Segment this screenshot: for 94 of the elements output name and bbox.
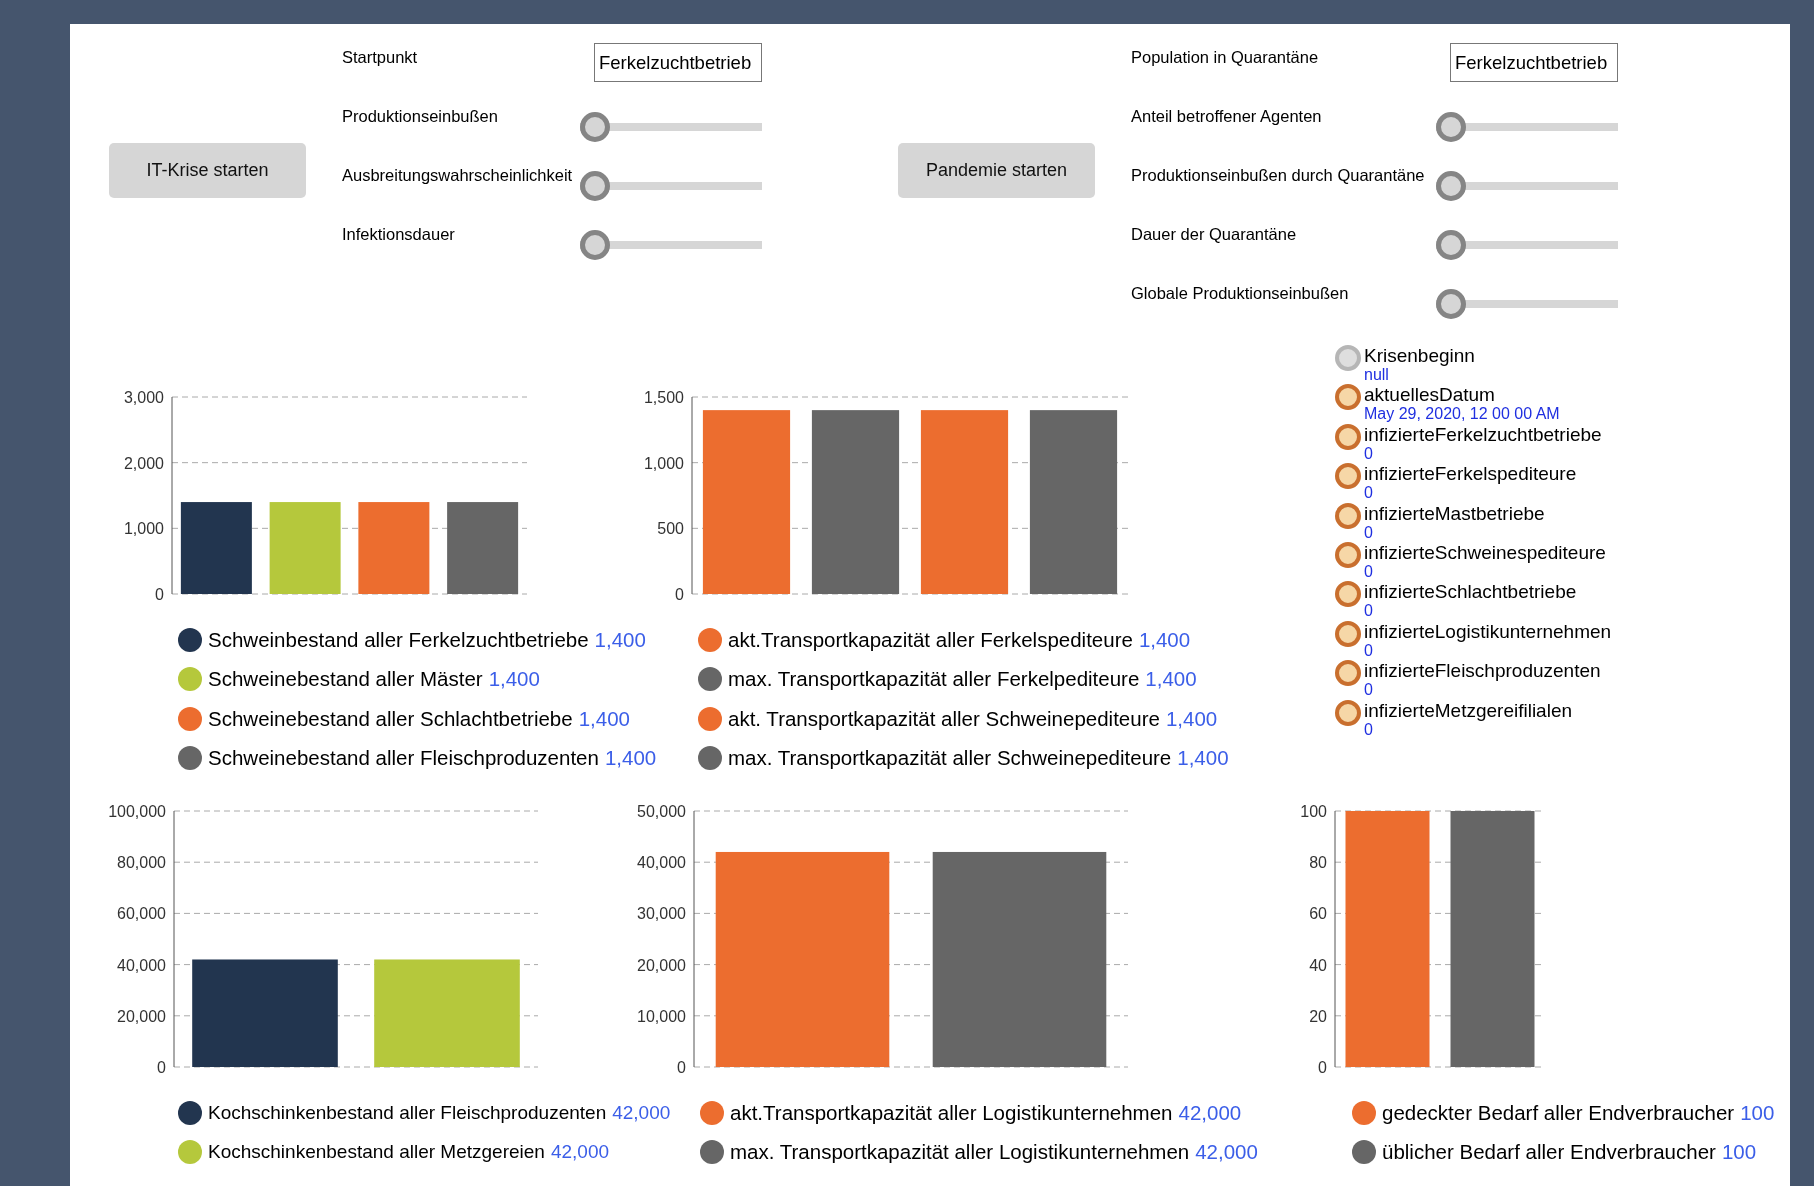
slider-thumb[interactable] [580, 230, 610, 260]
legend-value: 1,400 [604, 746, 657, 771]
status-name: infizierteFerkelspediteure [1364, 463, 1577, 485]
legend-value: 42,000 [1178, 1100, 1242, 1125]
status-value: 0 [1364, 641, 1373, 659]
status-value: 0 [1364, 523, 1374, 541]
legend-label: akt.Transportkapazität aller Ferkelspediteure [728, 627, 1133, 652]
start-button[interactable]: Pandemie starten [898, 143, 1095, 198]
legend-label: akt. Transportkapazität aller Schweinepediteure [728, 706, 1160, 731]
legend-value: 1,400 [1165, 706, 1218, 731]
legend-label: gedeckter Bedarf aller Endverbraucher [1382, 1100, 1735, 1125]
status-name: infizierteFleischproduzenten [1364, 660, 1601, 682]
legend-value: 1,400 [1145, 667, 1197, 692]
legend-value: 1,400 [1177, 746, 1229, 771]
slider-thumb[interactable] [580, 171, 610, 201]
axis-tick-label: 60,000 [117, 905, 166, 923]
status-value: 0 [1364, 681, 1374, 699]
field-label: Population in Quarantäne [1131, 48, 1320, 67]
axis-tick-label: 100 [1300, 803, 1327, 820]
axis-tick-label: 30,000 [637, 905, 686, 923]
slider-label: Infektionsdauer [342, 225, 456, 244]
legend-value: 100 [1740, 1100, 1775, 1125]
axis-tick-label: 1,000 [643, 454, 684, 472]
slider-label: Produktionseinbußen durch Quarantäne [1131, 166, 1426, 185]
axis-tick-label: 50,000 [637, 803, 686, 820]
status-value: May 29, 2020, 12 00 00 AM [1364, 405, 1560, 423]
status-value: 0 [1364, 484, 1374, 502]
slider-label: Ausbreitungswahrscheinlichkeit [342, 166, 574, 185]
slider-label: Anteil betroffener Agenten [1131, 107, 1323, 126]
axis-tick-label: 100,000 [108, 803, 166, 820]
axis-tick-label: 40,000 [117, 956, 166, 974]
axis-tick-label: 80 [1309, 854, 1327, 872]
axis-tick-label: 40,000 [637, 854, 686, 872]
legend-value: 1,400 [578, 706, 630, 731]
status-name: infizierteMetzgereifilialen [1364, 699, 1573, 721]
axis-tick-label: 0 [157, 1059, 166, 1076]
slider-thumb[interactable] [580, 112, 610, 142]
status-name: infizierteLogistikunternehmen [1364, 620, 1612, 642]
axis-tick-label: 40 [1309, 956, 1327, 974]
slider-label: Produktionseinbußen [342, 107, 499, 126]
legend-value: 1,400 [594, 627, 646, 652]
legend-label: max. Transportkapazität aller Schweinepediteure [728, 746, 1172, 771]
axis-tick-label: 0 [155, 586, 164, 603]
legend-label: üblicher Bedarf aller Endverbraucher [1382, 1140, 1716, 1165]
legend-value: 100 [1721, 1140, 1757, 1165]
status-value: 0 [1364, 562, 1373, 580]
slider-label: Dauer der Quarantäne [1131, 225, 1298, 244]
status-value: null [1364, 366, 1390, 383]
slider-thumb[interactable] [1436, 289, 1466, 319]
axis-tick-label: 0 [677, 1059, 686, 1076]
axis-tick-label: 20,000 [117, 1007, 166, 1025]
status-name: Krisenbeginn [1364, 345, 1475, 366]
legend-label: Kochschinkenbestand aller Metzgereien [208, 1141, 545, 1164]
legend-label: Schweinbestand aller Ferkelzuchtbetriebe [208, 627, 589, 652]
slider-thumb[interactable] [1436, 171, 1466, 201]
axis-tick-label: 500 [657, 520, 684, 538]
dropdown-field[interactable]: Ferkelzuchtbetrieb [1450, 43, 1618, 82]
legend-label: max. Transportkapazität aller Logistikunternehmen [730, 1140, 1190, 1165]
axis-tick-label: 80,000 [117, 854, 166, 872]
legend-label: max. Transportkapazität aller Ferkelpediteure [728, 667, 1140, 692]
axis-tick-label: 60 [1309, 905, 1327, 923]
axis-tick-label: 0 [675, 586, 684, 603]
axis-tick-label: 20,000 [637, 956, 686, 974]
legend-label: Kochschinkenbestand aller Fleischproduzenten [208, 1101, 607, 1124]
status-name: infizierteSchweinespediteure [1364, 541, 1606, 563]
status-name: aktuellesDatum [1364, 384, 1496, 406]
slider-thumb[interactable] [1436, 112, 1466, 142]
legend-label: Schweinebestand aller Fleischproduzenten [208, 746, 599, 771]
legend-label: Schweinebestand aller Schlachtbetriebe [208, 706, 573, 731]
slider-thumb[interactable] [1436, 230, 1466, 260]
legend-value: 42,000 [612, 1101, 671, 1124]
status-value: 0 [1364, 444, 1374, 462]
dropdown-field[interactable]: Ferkelzuchtbetrieb [594, 43, 762, 82]
legend-label: Schweinebestand aller Mäster [208, 667, 483, 692]
status-name: infizierteMastbetriebe [1364, 502, 1545, 524]
legend-value: 42,000 [1195, 1140, 1258, 1165]
axis-tick-label: 3,000 [123, 389, 164, 406]
legend-value: 1,400 [1138, 627, 1191, 652]
status-name: infizierteSchlachtbetriebe [1364, 581, 1577, 603]
axis-tick-label: 1,000 [123, 520, 164, 538]
axis-tick-label: 0 [1318, 1059, 1327, 1076]
status-name: infizierteFerkelzuchtbetriebe [1364, 423, 1602, 445]
slider-label: Globale Produktionseinbußen [1131, 284, 1350, 303]
legend-value: 1,400 [488, 667, 540, 692]
field-label: Startpunkt [342, 48, 419, 67]
legend-label: akt.Transportkapazität aller Logistikunternehmen [730, 1100, 1173, 1125]
axis-tick-label: 20 [1309, 1007, 1327, 1025]
status-value: 0 [1364, 720, 1373, 738]
axis-tick-label: 2,000 [123, 454, 164, 472]
legend-value: 42,000 [550, 1141, 610, 1164]
status-value: 0 [1364, 602, 1374, 620]
axis-tick-label: 1,500 [643, 389, 684, 406]
start-button[interactable]: IT-Krise starten [109, 143, 306, 198]
axis-tick-label: 10,000 [637, 1007, 686, 1025]
